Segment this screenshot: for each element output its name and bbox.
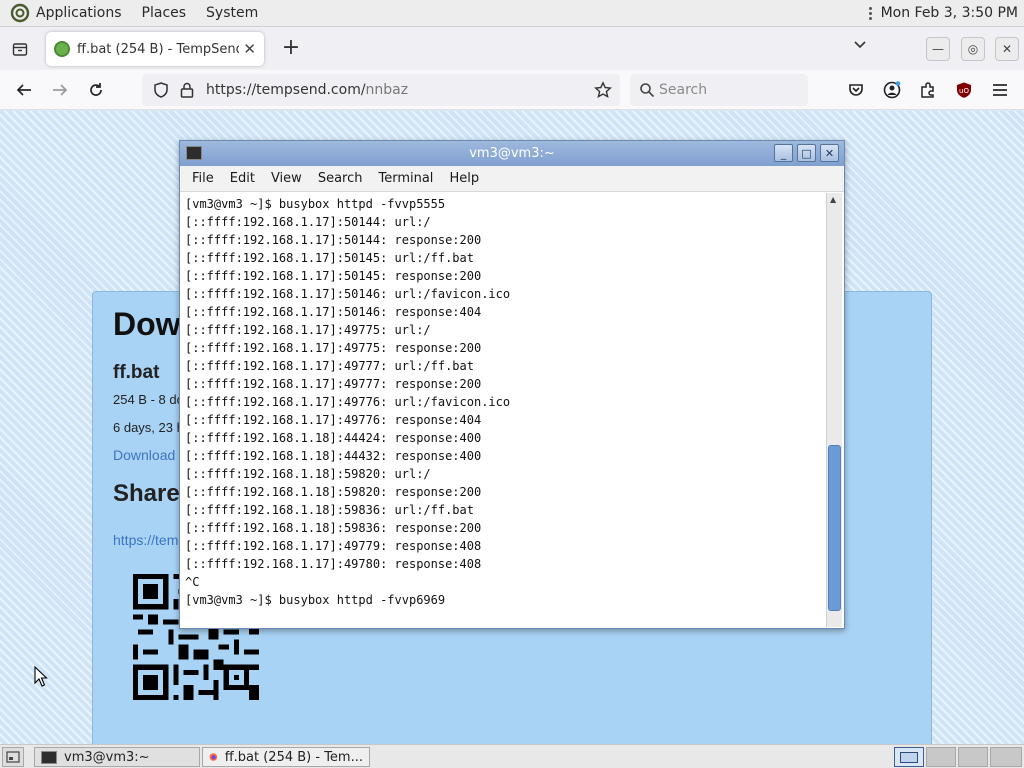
terminal-title: vm3@vm3:~ bbox=[469, 146, 555, 161]
maximize-icon[interactable]: □ bbox=[797, 144, 816, 162]
search-bar[interactable]: Search bbox=[630, 74, 808, 106]
applications-menu[interactable]: Applications bbox=[0, 0, 132, 27]
file-name: ff.bat bbox=[113, 362, 160, 383]
terminal-line: [::ffff:192.168.1.17]:49776: response:40… bbox=[185, 413, 482, 427]
terminal-output[interactable]: [vm3@vm3 ~]$ busybox httpd -fvvp5555 [::… bbox=[180, 193, 826, 627]
menu-terminal[interactable]: Terminal bbox=[370, 171, 441, 186]
workspace-3[interactable] bbox=[958, 747, 988, 767]
clock[interactable]: Mon Feb 3, 3:50 PM bbox=[879, 0, 1020, 27]
terminal-line: [::ffff:192.168.1.18]:59836: url:/ff.bat bbox=[185, 503, 474, 517]
terminal-line: [::ffff:192.168.1.17]:49780: response:40… bbox=[185, 557, 482, 571]
taskbar-terminal[interactable]: vm3@vm3:~ bbox=[34, 747, 200, 767]
system-menu[interactable]: System bbox=[196, 0, 268, 27]
terminal-line: [::ffff:192.168.1.17]:49776: url:/favico… bbox=[185, 395, 511, 409]
url-host: https://tempsend.com/ bbox=[206, 82, 366, 98]
close-tab-icon[interactable]: ✕ bbox=[243, 40, 256, 58]
terminal-line: [vm3@vm3 ~]$ busybox httpd -fvvp5555 bbox=[185, 197, 446, 211]
scroll-up-arrow-icon[interactable]: ▲ bbox=[830, 195, 836, 204]
pocket-icon[interactable] bbox=[846, 80, 866, 100]
terminal-app-icon[interactable] bbox=[186, 146, 202, 160]
terminal-line: [::ffff:192.168.1.17]:49777: response:20… bbox=[185, 377, 482, 391]
terminal-line: [::ffff:192.168.1.17]:50144: response:20… bbox=[185, 233, 482, 247]
terminal-line: [::ffff:192.168.1.17]:49779: response:40… bbox=[185, 539, 482, 553]
terminal-line: [::ffff:192.168.1.17]:50145: url:/ff.bat bbox=[185, 251, 474, 265]
terminal-line: [::ffff:192.168.1.17]:50146: response:40… bbox=[185, 305, 482, 319]
terminal-line: [::ffff:192.168.1.18]:59836: response:20… bbox=[185, 521, 482, 535]
firefox-icon bbox=[209, 753, 218, 761]
bookmark-star-icon[interactable] bbox=[594, 81, 612, 99]
terminal-line: [::ffff:192.168.1.17]:49775: url:/ bbox=[185, 323, 431, 337]
scrollbar-thumb[interactable] bbox=[828, 445, 841, 611]
maximize-window-icon[interactable]: ◎ bbox=[961, 37, 985, 61]
taskbar-firefox-label: ff.bat (254 B) - Tem... bbox=[224, 749, 363, 765]
chevron-down-icon[interactable] bbox=[853, 39, 867, 54]
terminal-line: [::ffff:192.168.1.17]:50146: url:/favico… bbox=[185, 287, 511, 301]
terminal-window[interactable]: vm3@vm3:~ _ □ ✕ File Edit View Search Te… bbox=[179, 140, 845, 629]
taskbar-firefox[interactable]: ff.bat (254 B) - Tem... bbox=[202, 747, 370, 767]
browser-tab-bar: ff.bat (254 B) - TempSend.com ✕ + — ◎ ✕ bbox=[0, 27, 1024, 70]
places-menu[interactable]: Places bbox=[132, 0, 197, 27]
terminal-line: [::ffff:192.168.1.17]:49775: response:20… bbox=[185, 341, 482, 355]
ublock-origin-icon[interactable]: uO bbox=[954, 80, 974, 100]
workspace-4[interactable] bbox=[990, 747, 1022, 767]
workspace-1[interactable] bbox=[894, 747, 924, 767]
lock-icon[interactable] bbox=[179, 81, 195, 99]
browser-nav-bar: https://tempsend.com/nnbaz Search uO bbox=[0, 70, 1024, 110]
menu-view[interactable]: View bbox=[263, 171, 310, 186]
url-bar[interactable]: https://tempsend.com/nnbaz bbox=[142, 74, 620, 106]
hamburger-menu-icon[interactable] bbox=[990, 80, 1010, 100]
menu-help[interactable]: Help bbox=[441, 171, 487, 186]
url-text: https://tempsend.com/nnbaz bbox=[206, 82, 408, 98]
minimize-window-icon[interactable]: — bbox=[926, 37, 950, 61]
tab-overview-icon[interactable] bbox=[10, 39, 30, 59]
terminal-title-bar[interactable]: vm3@vm3:~ _ □ ✕ bbox=[180, 141, 844, 166]
terminal-menu-bar: File Edit View Search Terminal Help bbox=[180, 166, 844, 192]
share-heading: Share bbox=[113, 480, 180, 507]
terminal-line: [::ffff:192.168.1.18]:59820: url:/ bbox=[185, 467, 431, 481]
taskbar-terminal-label: vm3@vm3:~ bbox=[64, 749, 150, 765]
terminal-line: [::ffff:192.168.1.18]:59820: response:20… bbox=[185, 485, 482, 499]
show-desktop-icon[interactable] bbox=[2, 747, 24, 767]
account-icon[interactable] bbox=[882, 80, 902, 100]
close-window-icon[interactable]: ✕ bbox=[995, 37, 1019, 61]
svg-text:uO: uO bbox=[959, 87, 969, 95]
close-icon[interactable]: ✕ bbox=[820, 144, 839, 162]
extensions-puzzle-icon[interactable] bbox=[918, 80, 938, 100]
minimize-icon[interactable]: _ bbox=[774, 144, 793, 162]
tab-title: ff.bat (254 B) - TempSend.com bbox=[77, 41, 239, 57]
back-arrow-icon[interactable] bbox=[14, 80, 34, 100]
menu-edit[interactable]: Edit bbox=[222, 171, 263, 186]
bottom-panel: vm3@vm3:~ ff.bat (254 B) - Tem... bbox=[0, 744, 1024, 768]
menu-file[interactable]: File bbox=[184, 171, 222, 186]
forward-arrow-icon[interactable] bbox=[50, 80, 70, 100]
terminal-line: [::ffff:192.168.1.17]:50145: response:20… bbox=[185, 269, 482, 283]
reload-icon[interactable] bbox=[86, 80, 106, 100]
browser-tab-active[interactable]: ff.bat (254 B) - TempSend.com ✕ bbox=[46, 32, 264, 66]
shield-icon[interactable] bbox=[152, 81, 170, 99]
terminal-line: [::ffff:192.168.1.17]:49777: url:/ff.bat bbox=[185, 359, 474, 373]
terminal-prompt-line: [vm3@vm3 ~]$ busybox httpd -fvvp6969 bbox=[185, 593, 446, 607]
top-panel: Applications Places System Mon Feb 3, 3:… bbox=[0, 0, 1024, 27]
terminal-line: ^C bbox=[185, 575, 200, 589]
workspace-2[interactable] bbox=[926, 747, 956, 767]
mouse-pointer-icon bbox=[34, 666, 48, 687]
terminal-line: [::ffff:192.168.1.17]:50144: url:/ bbox=[185, 215, 431, 229]
tempsend-favicon-icon bbox=[54, 41, 70, 57]
menu-search[interactable]: Search bbox=[310, 171, 371, 186]
search-placeholder: Search bbox=[659, 82, 708, 98]
terminal-line: [::ffff:192.168.1.18]:44424: response:40… bbox=[185, 431, 482, 445]
terminal-line: [::ffff:192.168.1.18]:44432: response:40… bbox=[185, 449, 482, 463]
search-icon bbox=[640, 83, 655, 98]
applications-menu-label: Applications bbox=[36, 5, 122, 21]
terminal-scrollbar[interactable]: ▲ bbox=[826, 193, 842, 627]
url-path: nnbaz bbox=[365, 82, 409, 98]
distro-logo-icon bbox=[10, 3, 30, 23]
panel-handle-icon bbox=[868, 5, 873, 22]
new-tab-icon[interactable]: + bbox=[280, 35, 302, 60]
terminal-app-icon bbox=[41, 750, 57, 764]
